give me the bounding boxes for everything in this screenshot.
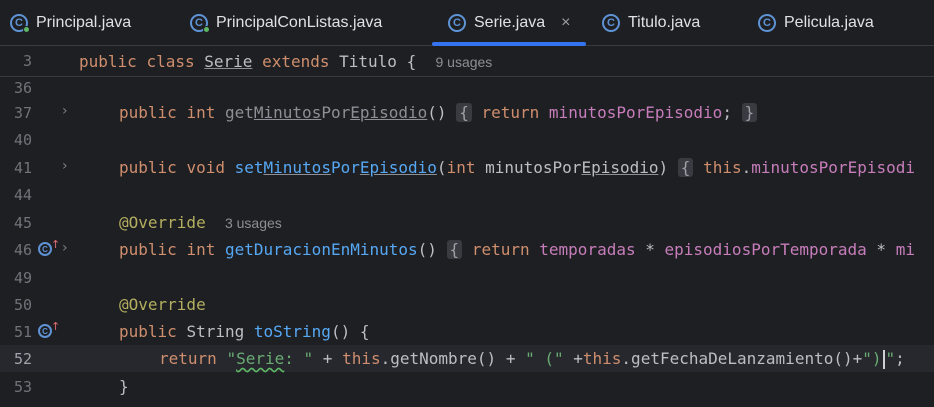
- code-text: @Override: [119, 295, 206, 314]
- code-text: public String toString() {: [119, 322, 370, 341]
- code-line[interactable]: 37 › public int getMinutosPorEpisodio() …: [0, 99, 934, 126]
- tab-label: Titulo.java: [628, 14, 701, 31]
- java-class-icon: C: [758, 14, 776, 32]
- line-number: 46: [13, 240, 32, 259]
- arrow-up-icon[interactable]: ↑: [51, 238, 60, 251]
- code-line[interactable]: 44: [0, 181, 934, 208]
- tab-titulo[interactable]: C Titulo.java: [602, 0, 700, 46]
- line-number: 36: [13, 78, 32, 97]
- line-number: 45: [13, 213, 32, 232]
- code-line[interactable]: 50 @Override: [0, 291, 934, 318]
- line-number: 44: [13, 185, 32, 204]
- arrow-up-icon[interactable]: ↑: [51, 320, 60, 333]
- active-tab-indicator: [432, 42, 586, 46]
- usages-hint: 3 usages: [224, 215, 282, 231]
- close-icon[interactable]: ×: [561, 14, 570, 32]
- tab-serie[interactable]: C Serie.java ×: [448, 0, 571, 46]
- code-text: return "Serie: " + this.getNombre() + " …: [159, 349, 905, 369]
- line-number: 49: [13, 268, 32, 287]
- java-class-icon: C: [190, 14, 210, 33]
- line-number: 40: [13, 130, 32, 149]
- fold-expand-icon[interactable]: ›: [62, 158, 68, 174]
- usages-hint: 9 usages: [435, 54, 493, 70]
- code-editor[interactable]: 3 public class Serie extends Titulo { 9 …: [0, 47, 934, 407]
- line-number: 53: [13, 377, 32, 396]
- fold-expand-icon[interactable]: ›: [62, 103, 68, 119]
- code-line[interactable]: 49: [0, 264, 934, 291]
- fold-expand-icon[interactable]: ›: [62, 240, 68, 256]
- tab-label: Serie.java: [474, 14, 546, 31]
- code-line[interactable]: 40: [0, 126, 934, 153]
- line-number: 52: [13, 349, 32, 368]
- tab-label: Pelicula.java: [784, 14, 874, 31]
- tab-label: Principal.java: [36, 14, 132, 31]
- code-line[interactable]: 36: [0, 74, 934, 101]
- code-line[interactable]: 46 C ↑ › public int getDuracionEnMinutos…: [0, 236, 934, 263]
- code-text: public class Serie extends Titulo { 9 us…: [79, 52, 493, 71]
- line-number: 3: [22, 52, 32, 70]
- editor-tab-bar: C Principal.java C PrincipalConListas.ja…: [0, 0, 934, 46]
- code-line[interactable]: 53 }: [0, 373, 934, 400]
- code-line[interactable]: 51 C ↑ public String toString() {: [0, 318, 934, 345]
- override-method-icon[interactable]: C: [38, 242, 52, 256]
- code-line-current[interactable]: 52 return "Serie: " + this.getNombre() +…: [0, 345, 934, 372]
- java-class-icon: C: [448, 14, 466, 32]
- tab-principal[interactable]: C Principal.java: [10, 0, 131, 46]
- code-text: public int getMinutosPorEpisodio() { ret…: [119, 99, 758, 126]
- sticky-class-header[interactable]: 3 public class Serie extends Titulo { 9 …: [0, 47, 934, 77]
- override-method-icon[interactable]: C: [38, 324, 52, 338]
- tab-pelicula[interactable]: C Pelicula.java: [758, 0, 874, 46]
- code-line[interactable]: 45 @Override 3 usages: [0, 209, 934, 236]
- java-class-icon: C: [602, 14, 620, 32]
- code-text: public int getDuracionEnMinutos() { retu…: [119, 240, 915, 259]
- code-line[interactable]: 41 › public void setMinutosPorEpisodio(i…: [0, 154, 934, 181]
- line-number: 51: [13, 322, 32, 341]
- text-caret: [882, 350, 885, 369]
- java-class-icon: C: [10, 14, 30, 33]
- tab-principal-con-listas[interactable]: C PrincipalConListas.java: [190, 0, 382, 46]
- line-number: 41: [13, 158, 32, 177]
- line-number: 50: [13, 295, 32, 314]
- code-text: @Override 3 usages: [119, 213, 282, 232]
- tab-label: PrincipalConListas.java: [216, 14, 383, 31]
- line-number: 37: [13, 103, 32, 122]
- code-text: }: [119, 377, 129, 396]
- code-text: public void setMinutosPorEpisodio(int mi…: [119, 158, 915, 177]
